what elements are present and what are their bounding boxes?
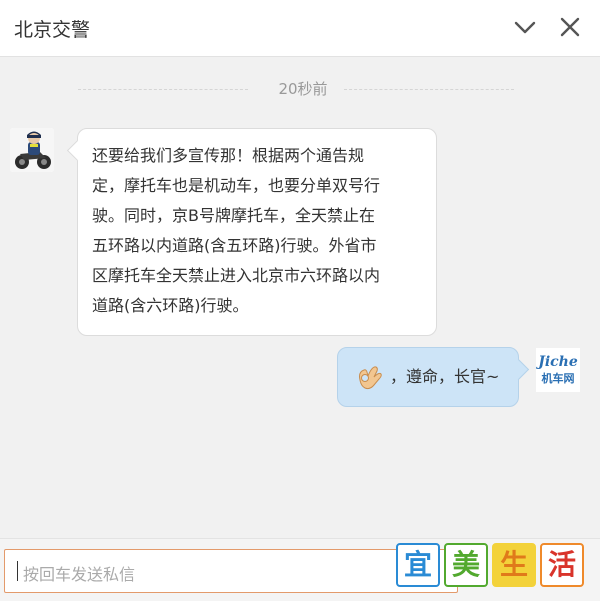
message-input[interactable]: 按回车发送私信: [4, 549, 458, 593]
message-line: 五环路以内道路(含五环路)行驶。外省市: [92, 236, 377, 255]
sender-avatar[interactable]: [10, 128, 54, 172]
chevron-down-icon[interactable]: [512, 14, 538, 40]
user-avatar[interactable]: Jiche 机车网: [536, 348, 580, 392]
watermark-char: 宜: [396, 543, 440, 587]
message-line: 驶。同时，京B号牌摩托车，全天禁止在: [92, 206, 375, 225]
message-timestamp: 20秒前: [278, 80, 328, 98]
ok-hand-emoji-icon: [352, 360, 386, 394]
chat-header: 北京交警: [0, 0, 600, 57]
avatar-brand-text: Jiche: [536, 354, 578, 370]
timestamp-divider-right: [344, 89, 514, 90]
chat-window: 北京交警 20秒前 还要给我们多宣传那！根据两个通告规 定，摩托车也是机动车，也…: [0, 0, 600, 601]
message-line: 区摩托车全天禁止进入北京市六环路以内: [92, 266, 381, 285]
avatar-brand-subtext: 机车网: [542, 371, 575, 385]
watermark-char: 活: [540, 543, 584, 587]
input-placeholder: 按回车发送私信: [23, 565, 136, 584]
watermark-char: 美: [444, 543, 488, 587]
message-line: 还要给我们多宣传那！根据两个通告规: [92, 146, 365, 165]
close-icon[interactable]: [557, 14, 583, 40]
outgoing-message-text: ，遵命，长官~: [390, 367, 500, 386]
watermark-char: 生: [492, 543, 536, 587]
incoming-message-bubble: 还要给我们多宣传那！根据两个通告规 定，摩托车也是机动车，也要分单双号行 驶。同…: [77, 128, 437, 336]
outgoing-message-bubble: ，遵命，长官~: [337, 347, 519, 407]
text-caret: [17, 561, 18, 581]
chat-title: 北京交警: [14, 19, 91, 41]
timestamp-divider-left: [78, 89, 248, 90]
message-line: 定，摩托车也是机动车，也要分单双号行: [92, 176, 381, 195]
message-line: 道路(含六环路)行驶。: [92, 296, 249, 315]
